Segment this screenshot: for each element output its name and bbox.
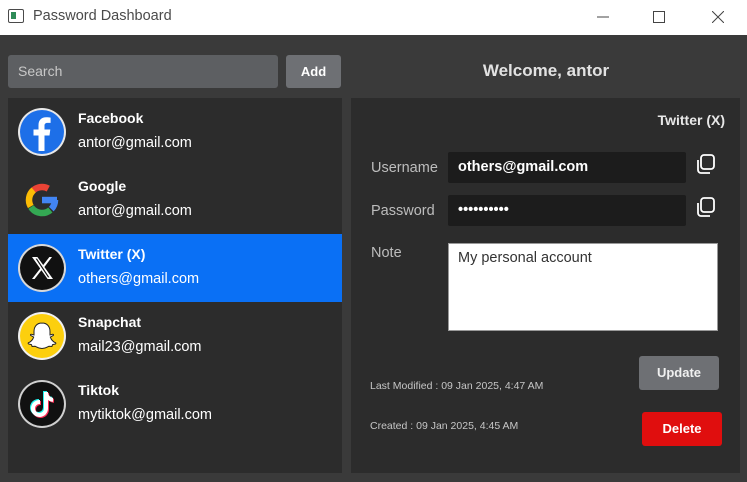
password-label: Password: [371, 203, 435, 219]
account-item-facebook[interactable]: Facebook antor@gmail.com: [8, 98, 342, 166]
facebook-icon: [18, 108, 66, 156]
copy-username-icon[interactable]: [695, 153, 717, 175]
close-icon: [712, 11, 724, 23]
password-field[interactable]: ••••••••••: [448, 195, 686, 226]
copy-password-icon[interactable]: [695, 196, 717, 218]
username-field[interactable]: others@gmail.com: [448, 152, 686, 183]
maximize-button[interactable]: [636, 4, 682, 30]
window-title: Password Dashboard: [33, 8, 172, 24]
account-email: antor@gmail.com: [78, 135, 192, 151]
account-name: Snapchat: [78, 314, 142, 330]
search-input[interactable]: Search: [8, 55, 278, 88]
account-email: antor@gmail.com: [78, 203, 192, 219]
note-textarea[interactable]: My personal account: [448, 243, 718, 331]
account-name: Google: [78, 178, 127, 194]
created-text: Created : 09 Jan 2025, 4:45 AM: [370, 420, 519, 432]
detail-title: Twitter (X): [657, 112, 725, 128]
minimize-icon: [597, 16, 609, 18]
account-name: Twitter (X): [78, 246, 146, 262]
add-button[interactable]: Add: [286, 55, 341, 88]
account-email: mail23@gmail.com: [78, 339, 202, 355]
update-button[interactable]: Update: [639, 356, 719, 390]
last-modified-text: Last Modified : 09 Jan 2025, 4:47 AM: [370, 380, 544, 392]
account-item-twitter[interactable]: Twitter (X) others@gmail.com: [8, 234, 342, 302]
welcome-text: Welcome, antor: [482, 61, 610, 80]
app-icon: [8, 9, 24, 23]
account-item-tiktok[interactable]: Tiktok mytiktok@gmail.com: [8, 370, 342, 438]
minimize-button[interactable]: [580, 4, 626, 30]
account-item-google[interactable]: Google antor@gmail.com: [8, 166, 342, 234]
account-name: Facebook: [78, 110, 144, 126]
account-item-snapchat[interactable]: Snapchat mail23@gmail.com: [8, 302, 342, 370]
password-value: ••••••••••: [458, 202, 509, 218]
close-button[interactable]: [695, 4, 741, 30]
account-email: others@gmail.com: [78, 271, 200, 287]
snapchat-icon: [18, 312, 66, 360]
account-email: mytiktok@gmail.com: [78, 407, 212, 423]
detail-panel: Twitter (X) Username others@gmail.com Pa…: [351, 98, 740, 473]
title-bar: Password Dashboard: [0, 0, 747, 35]
tiktok-icon: [18, 380, 66, 428]
account-list: Facebook antor@gmail.com Google antor@gm…: [8, 98, 342, 473]
delete-button[interactable]: Delete: [642, 412, 722, 446]
google-icon: [25, 183, 59, 217]
x-twitter-icon: [18, 244, 66, 292]
note-label: Note: [371, 245, 402, 261]
username-label: Username: [371, 160, 438, 176]
maximize-icon: [653, 11, 665, 23]
account-name: Tiktok: [78, 382, 119, 398]
